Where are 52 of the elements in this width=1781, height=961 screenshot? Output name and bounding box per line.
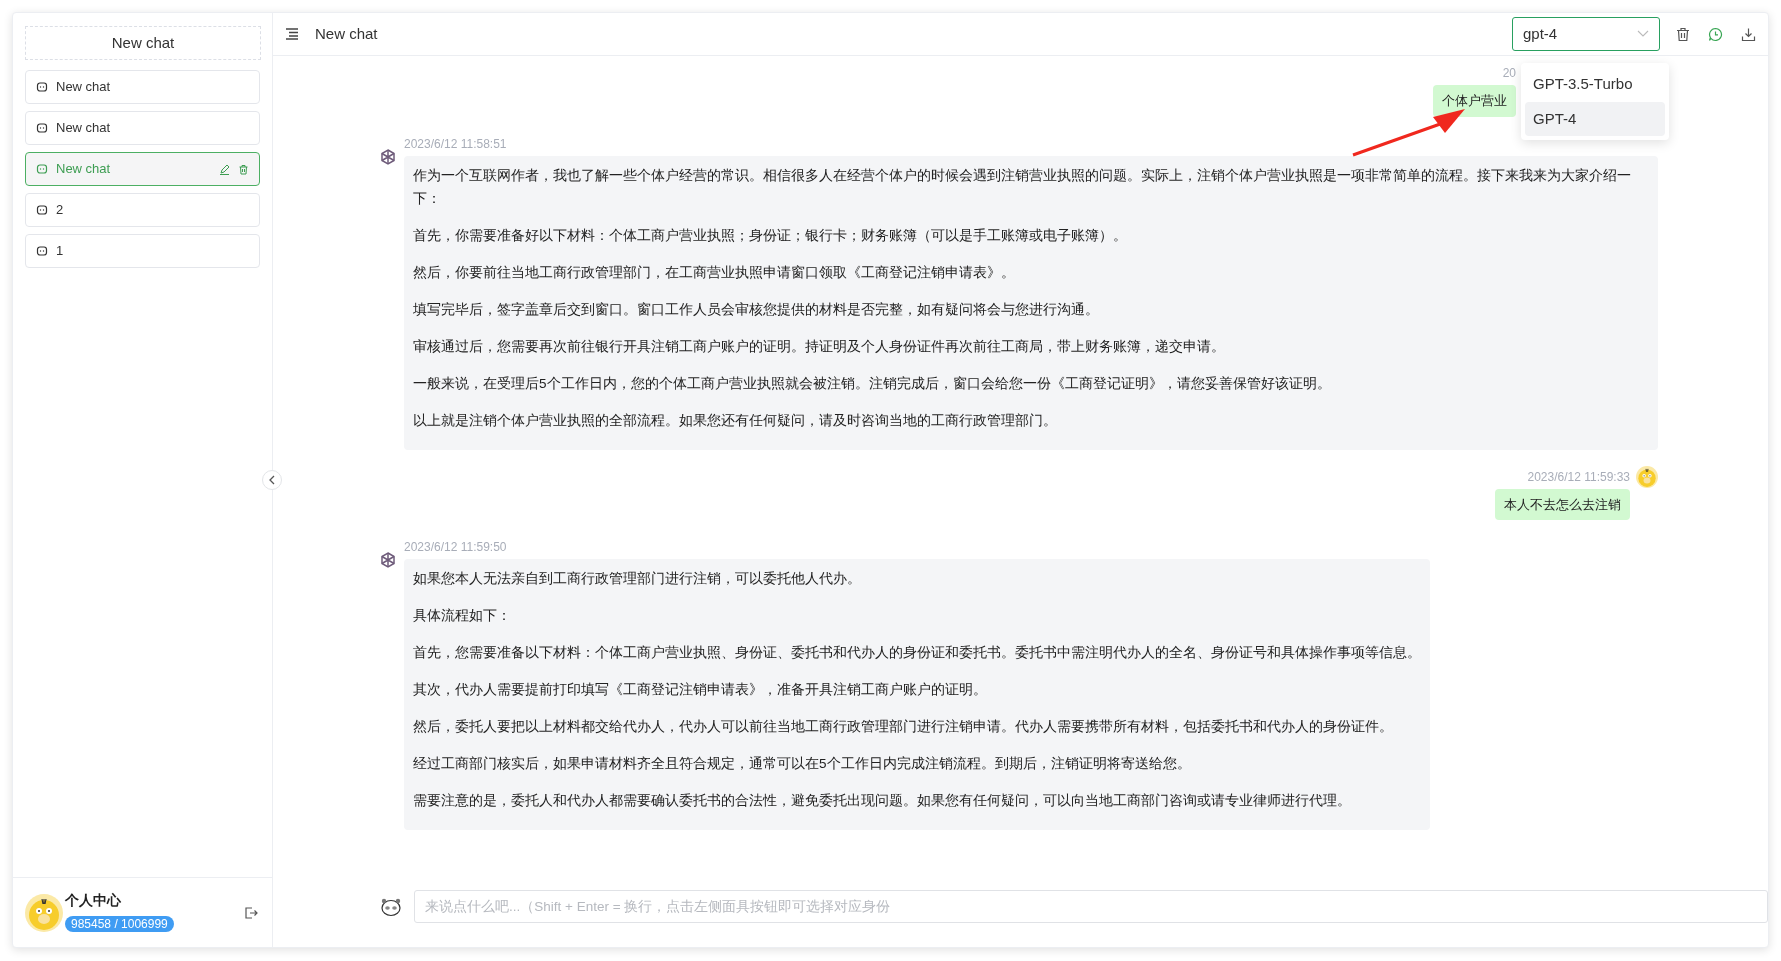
message-time: 2023/6/12 11:59:33 [1526,468,1630,486]
message-paragraph: 填写完毕后，签字盖章后交到窗口。窗口工作人员会审核您提供的材料是否完整，如有疑问将会与您进行沟通。 [413,300,1100,319]
message-paragraph: 如果您本人无法亲自到工商行政管理部门进行注销，可以委托他人代办。 [413,570,862,588]
chat-icon [36,245,48,257]
user-avatar [25,893,63,932]
chat-icon [36,81,48,93]
conversation-item[interactable]: New chat [25,70,260,104]
message-paragraph: 需要注意的是，委托人和代办人都需要确认委托书的合法性，避免委托出现问题。如果您有任何疑问，可以向当地工商部门咨询或请专业律师进行代理。 [413,792,1352,810]
chat-icon [36,204,48,216]
chevron-down-icon [1637,30,1649,38]
message-input[interactable]: 来说点什么吧...（Shift + Enter = 换行，点击左侧面具按钮即可选择对应身份 [414,890,1768,923]
user-message: 个体户营业 [1433,85,1516,117]
new-chat-button[interactable]: New chat [25,26,261,60]
message-time: 20 [1501,65,1516,82]
message-paragraph: 审核通过后，您需要再次前往银行开具注销工商户账户的证明。持证明及个人身份证件再次前往工商局，带上财务账簿，递交申请。 [413,337,1226,356]
edit-icon[interactable] [219,163,230,175]
message-time: 2023/6/12 11:59:50 [404,539,508,556]
model-option[interactable]: GPT-3.5-Turbo [1525,67,1665,102]
ai-logo-icon [378,147,398,166]
message-paragraph: 具体流程如下： [413,607,512,625]
conversation-item[interactable]: 1 [25,234,260,268]
message-paragraph: 然后，委托人要把以上材料都交给代办人，代办人可以前往当地工商行政管理部门进行注销申请。代办人需要携带所有材料，包括委托书和代办人的身份证件。 [413,718,1394,736]
chat-icon [36,122,48,134]
ai-logo-icon [378,551,398,569]
trash-icon [1676,26,1690,42]
user-message: 本人不去怎么去注销 [1495,488,1630,520]
logout-icon [244,905,258,920]
clock-bubble-icon [1708,26,1723,42]
panda-icon [380,896,402,917]
conversation-item[interactable]: New chat [25,111,260,145]
message-paragraph: 经过工商部门核实后，如果申请材料齐全且符合规定，通常可以在5个工作日内完成注销流程。到期后，注销证明将寄送给您。 [413,755,1192,773]
message-paragraph: 然后，你要前往当地工商行政管理部门，在工商营业执照申请窗口领取《工商登记注销申请表》。 [413,263,1016,282]
user-avatar [1636,465,1658,488]
download-icon [1741,26,1756,42]
chat-title: New chat [315,23,379,44]
chevron-left-icon [268,475,276,485]
token-balance: 985458 / 1006999 [65,916,174,932]
message-paragraph: 首先，你需要准备好以下材料：个体工商户营业执照；身份证；银行卡；财务账簿（可以是手工账簿或电子账簿）。 [413,226,1128,245]
message-paragraph: 以上就是注销个体户营业执照的全部流程。如果您还有任何疑问，请及时咨询当地的工商行政管理部门。 [413,411,1058,430]
conversation-item[interactable]: 2 [25,193,260,227]
message-paragraph: 首先，您需要准备以下材料：个体工商户营业执照、身份证、委托书和代办人的身份证和委托书。委托书中需注明代办人的全名、身份证号和具体操作事项等信息。 [413,644,1421,662]
model-option[interactable]: GPT-4 [1525,101,1665,136]
chat-icon [36,163,48,175]
message-paragraph: 一般来说，在受理后5个工作日内，您的个体工商户营业执照就会被注销。注销完成后，窗口会给您一份《工商登记证明》，请您妥善保管好该证明。 [413,374,1332,393]
message-paragraph: 作为一个互联网作者，我也了解一些个体户经营的常识。相信很多人在经营个体户的时候会遇到注销营业执照的问题。实际上，注销个体户营业执照是一项非常简单的流程。接下来我来为大家介绍一下： [413,166,1632,208]
menu-icon [285,28,299,40]
model-select[interactable]: gpt-4 [1512,17,1660,51]
message-paragraph: 其次，代办人需要提前打印填写《工商登记注销申请表》，准备开具注销工商户账户的证明。 [413,681,988,699]
menu-button[interactable] [283,26,301,42]
user-center-link[interactable]: 个人中心 [65,890,240,911]
message-time: 2023/6/12 11:58:51 [404,135,508,153]
delete-icon[interactable] [238,163,249,175]
